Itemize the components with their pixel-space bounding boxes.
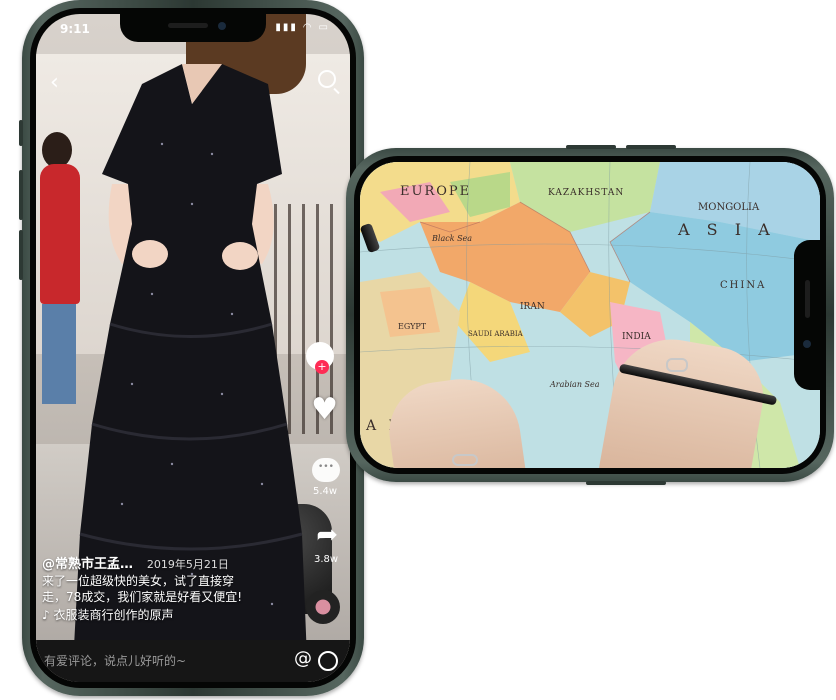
map-label-asia: A S I A <box>678 220 776 239</box>
search-icon[interactable] <box>318 70 336 88</box>
map-label-china: CHINA <box>720 280 767 291</box>
status-time: 9:11 <box>60 22 90 36</box>
map-label-iran: IRAN <box>520 302 545 312</box>
volume-down-button <box>19 230 23 280</box>
status-icons: ▮▮▮ ◠ ▭ <box>275 22 330 33</box>
mention-at-icon[interactable]: @ <box>294 648 312 669</box>
map-label-black-sea: Black Sea <box>432 234 473 243</box>
landscape-volume-up-button <box>566 145 616 149</box>
comment-placeholder[interactable]: 有爱评论，说点儿好听的~ <box>44 652 186 669</box>
landscape-front-camera <box>803 340 811 348</box>
comment-count: 5.4w <box>312 486 338 497</box>
background-person-jeans <box>42 304 76 404</box>
comment-icon[interactable] <box>312 458 340 482</box>
portrait-notch <box>120 14 266 42</box>
volume-up-button <box>19 170 23 220</box>
music-disc-icon[interactable] <box>306 590 340 624</box>
mute-switch <box>19 120 23 146</box>
landscape-notch <box>794 240 820 390</box>
background-person-head <box>42 132 72 168</box>
map-label-mongolia: MONGOLIA <box>698 202 760 213</box>
left-hand-ring <box>452 454 478 466</box>
music-title[interactable]: ♪ 衣服装商行创作的原声 <box>42 607 300 623</box>
right-hand-ring <box>666 358 688 372</box>
map-label-india: INDIA <box>622 332 651 342</box>
caption-line-2: 走，78成交，我们家就是好看又便宜! <box>42 590 243 604</box>
like-heart-icon[interactable]: ♥ <box>311 392 338 427</box>
map-label-kazakhstan: KAZAKHSTAN <box>548 188 625 198</box>
speaker-grille <box>168 23 208 28</box>
back-icon[interactable]: ‹ <box>50 70 59 95</box>
video-caption: @常熟市王孟… 2019年5月21日 来了一位超级快的美女，试了直接穿 走，78… <box>42 556 300 623</box>
landscape-volume-down-button <box>626 145 676 149</box>
map-label-saudi-arabia: SAUDI ARABIA <box>468 330 523 338</box>
map-label-arabian-sea: Arabian Sea <box>550 380 600 389</box>
post-date: 2019年5月21日 <box>146 558 229 571</box>
follow-plus-icon[interactable]: + <box>315 360 329 374</box>
front-camera <box>218 22 226 30</box>
emoji-icon[interactable] <box>318 651 338 671</box>
portrait-phone-frame: 9:11 ▮▮▮ ◠ ▭ ‹ + ♥ 5.4w ➦ 3.8w @常熟市王孟… 2… <box>19 0 367 696</box>
author-username[interactable]: @常熟市王孟… <box>42 557 133 572</box>
landscape-speaker-grille <box>805 280 810 318</box>
share-count: 3.8w <box>313 554 339 565</box>
landscape-power-button <box>586 481 666 485</box>
landscape-phone-frame: EUROPE KAZAKHSTAN MONGOLIA A S I A CHINA… <box>346 145 834 485</box>
landscape-screen: EUROPE KAZAKHSTAN MONGOLIA A S I A CHINA… <box>360 162 820 468</box>
portrait-screen: 9:11 ▮▮▮ ◠ ▭ ‹ + ♥ 5.4w ➦ 3.8w @常熟市王孟… 2… <box>36 14 350 682</box>
comment-input-bar[interactable]: 有爱评论，说点儿好听的~ @ <box>36 640 350 682</box>
map-label-egypt: EGYPT <box>398 322 427 331</box>
map-label-europe: EUROPE <box>400 184 472 199</box>
share-icon[interactable]: ➦ <box>316 520 338 550</box>
caption-line-1: 来了一位超级快的美女，试了直接穿 <box>42 574 235 588</box>
